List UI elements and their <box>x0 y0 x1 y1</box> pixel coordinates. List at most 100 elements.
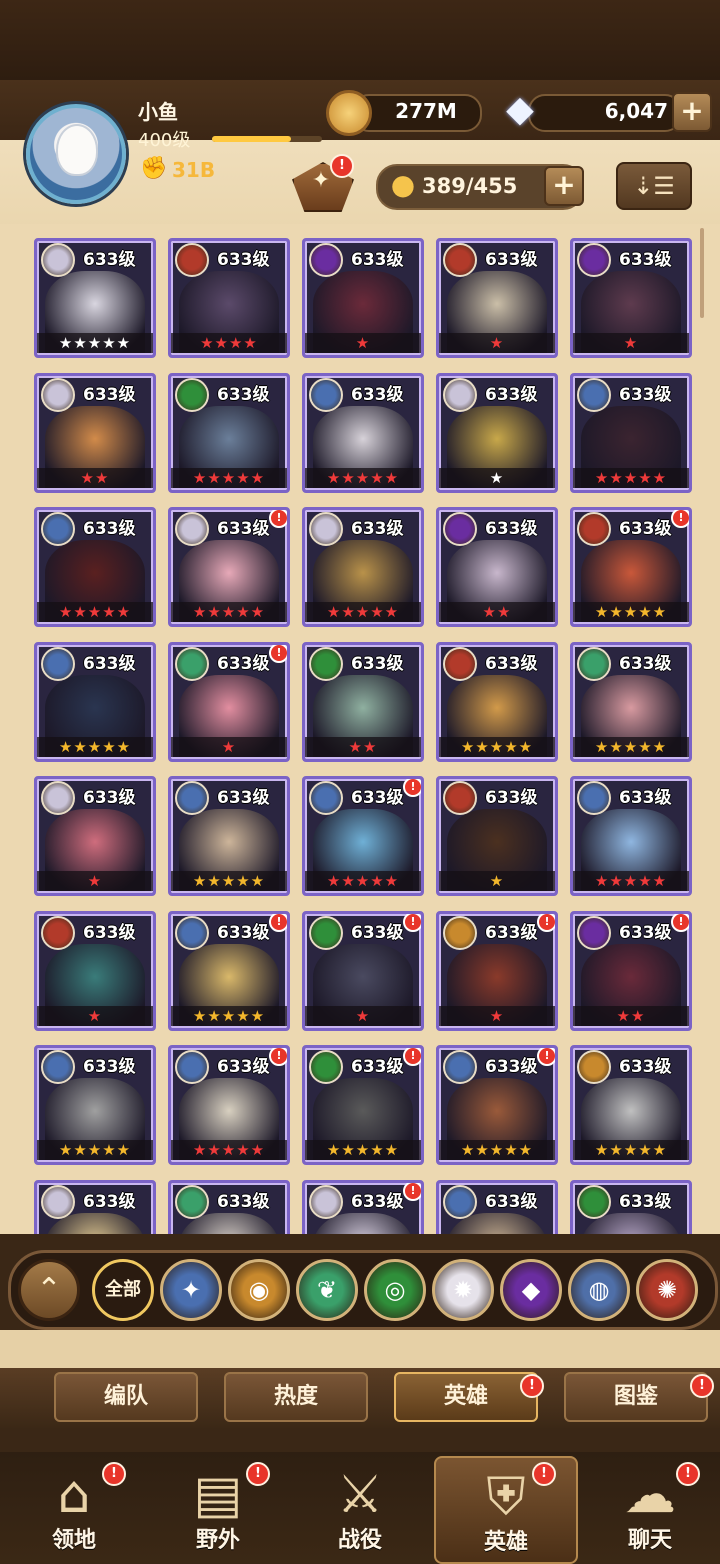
add-gems-button[interactable]: + <box>672 92 712 132</box>
hero-card[interactable]: 633级 ★★★★★ <box>168 372 290 493</box>
hero-grid[interactable]: 633级 ★★★★★ 633级 ★★★★ 633级 ★ 633级 ★ 633级 ★ 633级 ★★ 63… <box>0 224 720 1234</box>
hypogean-faction-icon[interactable]: ◆ <box>500 1259 562 1321</box>
hero-alert-badge: ! <box>269 510 287 528</box>
hero-card[interactable]: 633级 <box>168 1179 290 1234</box>
hero-card[interactable]: 633级 ★★★★★! <box>302 776 424 896</box>
hero-alert-badge: ! <box>671 913 689 932</box>
hero-level: 633级 <box>485 653 538 674</box>
hero-level: 633级 <box>351 1191 404 1212</box>
hero-stars: ★★★★★ <box>305 602 421 622</box>
hero-level: 633级 <box>83 384 136 405</box>
hero-level: 633级 <box>217 922 270 943</box>
hero-card[interactable]: 633级 ★★★★★! <box>168 1045 290 1165</box>
faction-emblem-icon <box>309 646 343 681</box>
hero-card[interactable]: 633级 ★! <box>168 641 290 762</box>
hero-level: 633级 <box>83 788 136 808</box>
hero-card[interactable]: 633级 ★★★★★ <box>570 372 692 493</box>
hero-card[interactable]: 633级 ★★★★★ <box>34 641 156 762</box>
hero-card[interactable]: 633级 ★★★★★ <box>570 776 692 896</box>
mauler-faction-icon[interactable]: ◉ <box>228 1259 290 1321</box>
faction-emblem-icon <box>41 1050 75 1084</box>
hero-card[interactable]: 633级 ★★★★★! <box>302 1045 424 1165</box>
hero-card[interactable]: 633级 ★★★★★ <box>570 1045 692 1165</box>
draconis-faction-icon[interactable]: ✺ <box>636 1259 698 1321</box>
hero-card[interactable]: 633级 ★ <box>436 238 558 358</box>
tab-codex[interactable]: 图鉴 <box>564 1372 708 1422</box>
hero-card[interactable]: 633级 <box>34 1179 156 1234</box>
hero-card[interactable]: 633级 ★★★★★! <box>436 1045 558 1165</box>
hero-level: 633级 <box>485 922 538 943</box>
hero-level: 633级 <box>351 519 404 539</box>
hero-stars: ★ <box>37 871 153 891</box>
player-avatar[interactable] <box>26 104 126 204</box>
grid-scrollbar[interactable] <box>700 228 704 318</box>
hero-card[interactable]: 633级 ★ <box>436 372 558 493</box>
hero-card[interactable]: 633级 ★★ <box>436 507 558 627</box>
hero-card[interactable]: 633级 ★! <box>436 910 558 1031</box>
nav-wilds-label: 野外 <box>195 1528 240 1553</box>
hero-card[interactable]: 633级 <box>570 1179 692 1234</box>
sort-button[interactable]: ⇣☰ <box>616 162 692 210</box>
hero-level: 633级 <box>619 384 672 405</box>
nav-heroes[interactable]: ⛨ 英雄 <box>434 1456 578 1564</box>
celestial-faction-icon[interactable]: ✹ <box>432 1259 494 1321</box>
faction-emblem-icon <box>577 1050 611 1084</box>
hero-stars: ★ <box>305 1005 421 1026</box>
tab-formation[interactable]: 编队 <box>54 1372 198 1422</box>
hero-card[interactable]: 633级 ★★★★★! <box>570 507 692 627</box>
hero-stars: ★★★★★ <box>573 1140 689 1160</box>
hero-stars: ★★ <box>305 736 421 757</box>
hero-card[interactable]: 633级 ★★★★★ <box>302 507 424 627</box>
hero-card[interactable]: 633级 ★ <box>302 238 424 358</box>
faction-emblem-icon <box>309 512 343 546</box>
add-hero-slots-button[interactable]: + <box>544 166 584 206</box>
hero-card[interactable]: 633级 ★★★★★ <box>34 238 156 358</box>
hero-card[interactable]: 633级 ★★★★★ <box>34 507 156 627</box>
hero-card[interactable]: 633级 ★ <box>570 238 692 358</box>
hero-card[interactable]: 633级 ★ <box>34 910 156 1031</box>
faction-emblem-icon <box>443 377 477 412</box>
hero-card[interactable]: 633级 ★! <box>302 910 424 1031</box>
hero-card[interactable]: 633级 ★★★★★ <box>570 641 692 762</box>
hero-card[interactable]: 633级 ★★★★★! <box>168 910 290 1031</box>
faction-emblem-icon <box>309 377 343 412</box>
lightbearer-faction-icon[interactable]: ✦ <box>160 1259 222 1321</box>
hero-level: 633级 <box>619 519 672 539</box>
faction-emblem-icon <box>443 1184 477 1219</box>
faction-filter-all[interactable]: 全部 <box>92 1259 154 1321</box>
hero-card[interactable]: 633级! <box>302 1179 424 1234</box>
hero-card[interactable]: 633级 ★ <box>436 776 558 896</box>
faction-emblem-icon <box>577 646 611 681</box>
dimensional-faction-icon[interactable]: ◍ <box>568 1259 630 1321</box>
faction-emblem-icon <box>41 646 75 681</box>
graveborn-faction-icon[interactable]: ◎ <box>364 1259 426 1321</box>
hero-card[interactable]: 633级 ★★★★★ <box>168 776 290 896</box>
gem-amount: 6,047 <box>604 99 668 123</box>
hero-card[interactable]: 633级 ★★★★★ <box>34 1045 156 1165</box>
hero-level: 633级 <box>217 250 270 270</box>
hero-alert-badge: ! <box>403 1048 421 1066</box>
hero-stars: ★★★★★ <box>305 467 421 488</box>
hero-card[interactable]: 633级 ★★★★★ <box>436 641 558 762</box>
collapse-chevron-button[interactable]: ⌃ <box>18 1259 80 1321</box>
hero-card[interactable]: 633级 <box>436 1179 558 1234</box>
nav-campaign[interactable]: ⚔ 战役 <box>290 1456 430 1560</box>
hero-card[interactable]: 633级 ★★★★★ <box>302 372 424 493</box>
hero-card[interactable]: 633级 ★ <box>34 776 156 896</box>
faction-glyph: ◆ <box>521 1276 541 1304</box>
hero-card[interactable]: 633级 ★★★★★! <box>168 507 290 627</box>
faction-emblem-icon <box>309 1050 343 1084</box>
hero-card[interactable]: 633级 ★★! <box>570 910 692 1031</box>
player-level: 400级 <box>138 130 191 151</box>
tab-heroes[interactable]: 英雄 <box>394 1372 538 1422</box>
faction-emblem-icon <box>41 1184 75 1219</box>
faction-emblem-icon <box>175 1050 209 1084</box>
tab-heat[interactable]: 热度 <box>224 1372 368 1422</box>
hero-card[interactable]: 633级 ★★ <box>34 372 156 493</box>
hero-card[interactable]: 633级 ★★ <box>302 641 424 762</box>
faction-glyph: ◎ <box>384 1276 406 1304</box>
hero-card[interactable]: 633级 ★★★★ <box>168 238 290 358</box>
faction-emblem-icon <box>309 915 343 950</box>
wilder-faction-icon[interactable]: ❦ <box>296 1259 358 1321</box>
faction-emblem-icon <box>175 781 209 815</box>
